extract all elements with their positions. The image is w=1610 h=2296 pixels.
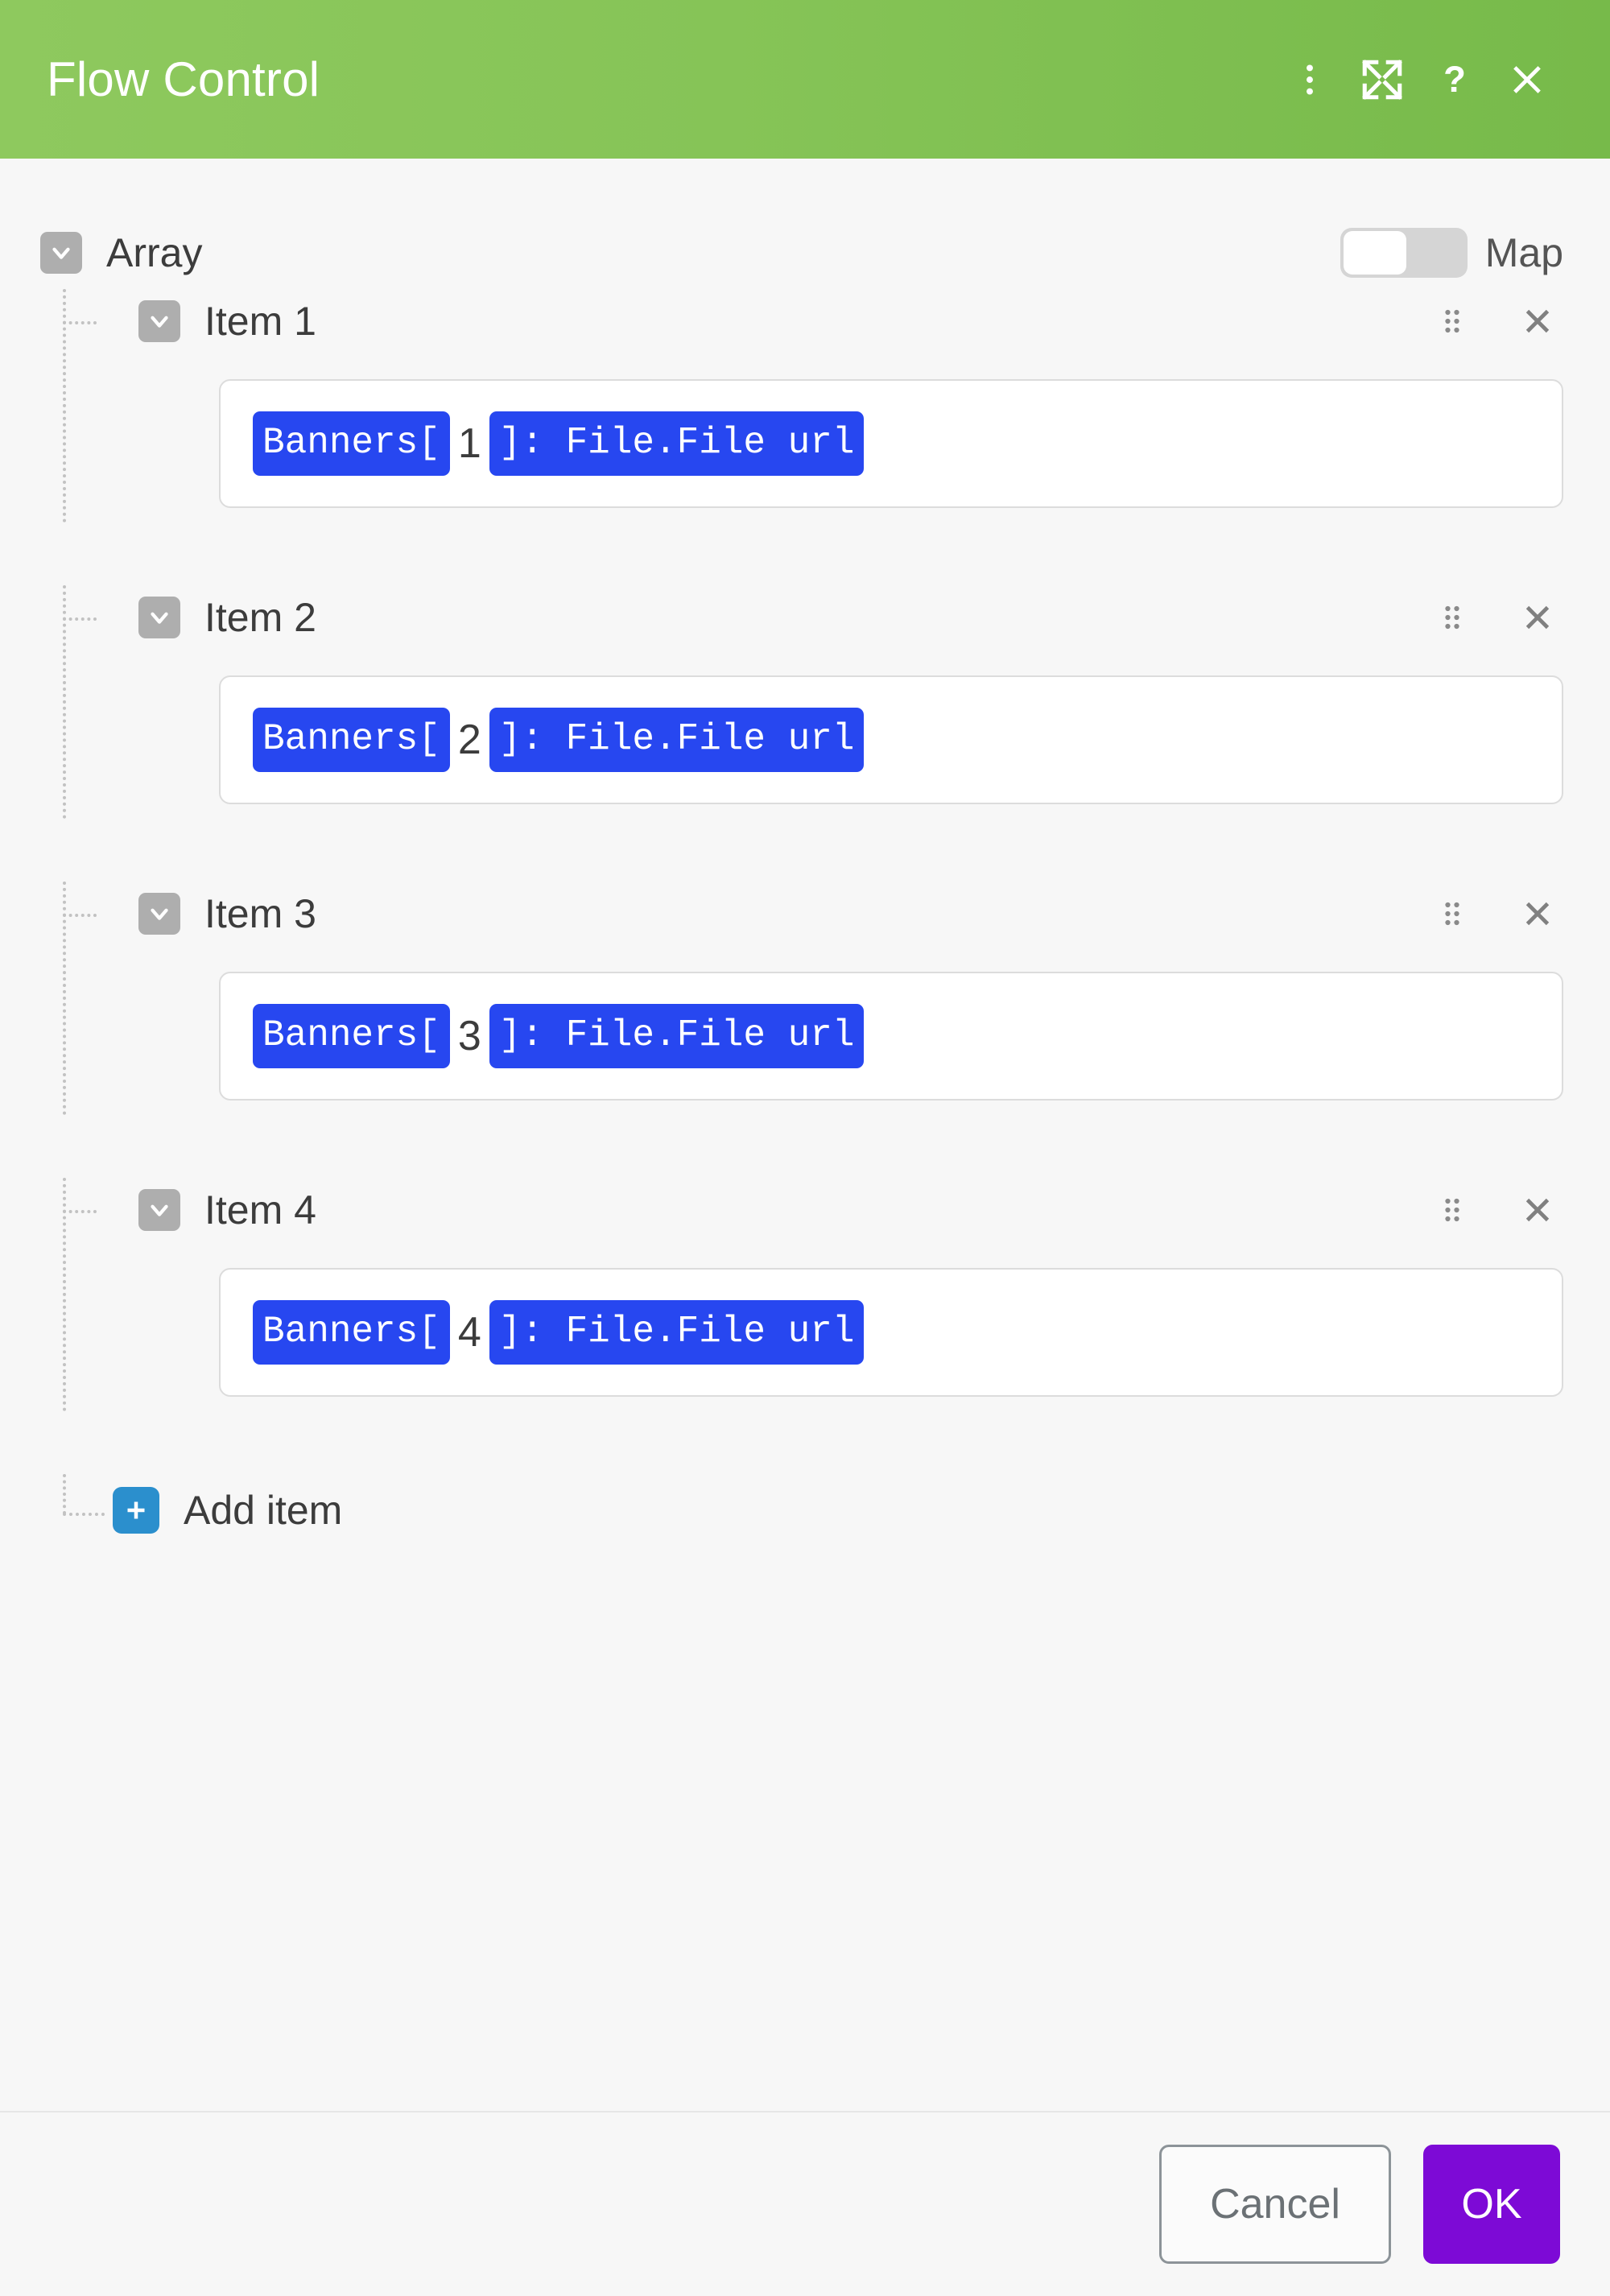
item-actions (1426, 888, 1563, 939)
add-item-label: Add item (184, 1488, 343, 1533)
token-line: Banners[ 2 ]: File.File url (253, 708, 865, 772)
item-value-field-wrap: Banners[ 1 ]: File.File url (0, 379, 1610, 508)
dialog-title: Flow Control (47, 52, 320, 106)
item-header-row: Item 2 (0, 585, 1610, 650)
token-pill-suffix[interactable]: ]: File.File url (489, 1004, 865, 1068)
drag-handle-icon[interactable] (1426, 888, 1478, 939)
map-toggle[interactable] (1340, 228, 1468, 278)
help-icon[interactable]: ? (1418, 43, 1491, 116)
drag-handle-icon[interactable] (1426, 592, 1478, 643)
add-item-button[interactable]: Add item (0, 1474, 1610, 1546)
array-header-row: Array Map (0, 217, 1610, 289)
dialog-footer: Cancel OK (0, 2111, 1610, 2296)
item-value-input[interactable]: Banners[ 4 ]: File.File url (219, 1268, 1563, 1397)
token-pill-suffix[interactable]: ]: File.File url (489, 411, 865, 476)
array-label: Array (106, 230, 203, 275)
drag-handle-icon[interactable] (1426, 295, 1478, 347)
remove-item-icon[interactable] (1512, 1184, 1563, 1236)
array-items-list: Item 1 Banners[1]: File.File url Item … (0, 289, 1610, 1571)
token-pill-prefix[interactable]: Banners[ (253, 1300, 450, 1365)
remove-item-icon[interactable] (1512, 888, 1563, 939)
item-value-input[interactable]: Banners[ 2 ]: File.File url (219, 675, 1563, 804)
token-pill-prefix[interactable]: Banners[ (253, 411, 450, 476)
remove-item-icon[interactable] (1512, 295, 1563, 347)
map-toggle-knob (1343, 231, 1406, 275)
token-pill-prefix[interactable]: Banners[ (253, 708, 450, 772)
tree-connector-branch (63, 1210, 97, 1213)
token-index: 2 (457, 716, 481, 763)
chevron-down-icon[interactable] (40, 232, 82, 274)
chevron-down-icon[interactable] (138, 1189, 180, 1231)
chevron-down-icon[interactable] (138, 597, 180, 638)
item-value-input[interactable]: Banners[ 3 ]: File.File url (219, 972, 1563, 1101)
dialog-content: Array Map Item 1 Banners[1]: File.File… (0, 159, 1610, 2111)
expand-icon[interactable] (1346, 43, 1418, 116)
svg-text:?: ? (1443, 59, 1466, 100)
token-index: 3 (457, 1013, 481, 1059)
item-label: Item 3 (204, 891, 316, 936)
item-value-field-wrap: Banners[ 4 ]: File.File url (0, 1268, 1610, 1397)
item-label: Item 2 (204, 595, 316, 640)
tree-connector-branch (63, 914, 97, 917)
item-header-row: Item 1 (0, 289, 1610, 353)
list-item: Item 1 Banners[1]: File.File url (0, 289, 1610, 585)
close-icon[interactable] (1491, 43, 1563, 116)
list-item: Item 4 Banners[4]: File.File url (0, 1178, 1610, 1474)
token-line: Banners[ 1 ]: File.File url (253, 411, 865, 476)
cancel-button[interactable]: Cancel (1159, 2145, 1391, 2264)
item-header-row: Item 4 (0, 1178, 1610, 1242)
tree-connector-vertical (63, 1474, 66, 1514)
token-pill-prefix[interactable]: Banners[ (253, 1004, 450, 1068)
token-line: Banners[ 4 ]: File.File url (253, 1300, 865, 1365)
tree-connector-branch (63, 1513, 105, 1516)
tree-connector-branch (63, 321, 97, 324)
token-pill-suffix[interactable]: ]: File.File url (489, 1300, 865, 1365)
plus-icon[interactable] (113, 1487, 159, 1534)
tree-connector-branch (63, 617, 97, 621)
list-item: Item 3 Banners[3]: File.File url (0, 882, 1610, 1178)
chevron-down-icon[interactable] (138, 300, 180, 342)
item-actions (1426, 592, 1563, 643)
item-actions (1426, 1184, 1563, 1236)
item-value-field-wrap: Banners[ 2 ]: File.File url (0, 675, 1610, 804)
item-value-field-wrap: Banners[ 3 ]: File.File url (0, 972, 1610, 1101)
titlebar-actions: ? (1274, 43, 1563, 116)
flow-control-dialog: Flow Control ? Array Map Item 1 Banners[… (0, 0, 1610, 2296)
item-value-input[interactable]: Banners[ 1 ]: File.File url (219, 379, 1563, 508)
menu-icon[interactable] (1274, 43, 1346, 116)
add-item-group: Add item (0, 1474, 1610, 1571)
token-index: 1 (457, 420, 481, 467)
map-toggle-label: Map (1484, 230, 1563, 275)
ok-button[interactable]: OK (1423, 2145, 1560, 2264)
token-pill-suffix[interactable]: ]: File.File url (489, 708, 865, 772)
drag-handle-icon[interactable] (1426, 1184, 1478, 1236)
item-actions (1426, 295, 1563, 347)
token-index: 4 (457, 1309, 481, 1356)
token-line: Banners[ 3 ]: File.File url (253, 1004, 865, 1068)
remove-item-icon[interactable] (1512, 592, 1563, 643)
item-label: Item 1 (204, 299, 316, 344)
dialog-titlebar: Flow Control ? (0, 0, 1610, 159)
list-item: Item 2 Banners[2]: File.File url (0, 585, 1610, 882)
item-header-row: Item 3 (0, 882, 1610, 946)
item-label: Item 4 (204, 1187, 316, 1233)
chevron-down-icon[interactable] (138, 893, 180, 935)
map-toggle-group: Map (1340, 228, 1563, 278)
